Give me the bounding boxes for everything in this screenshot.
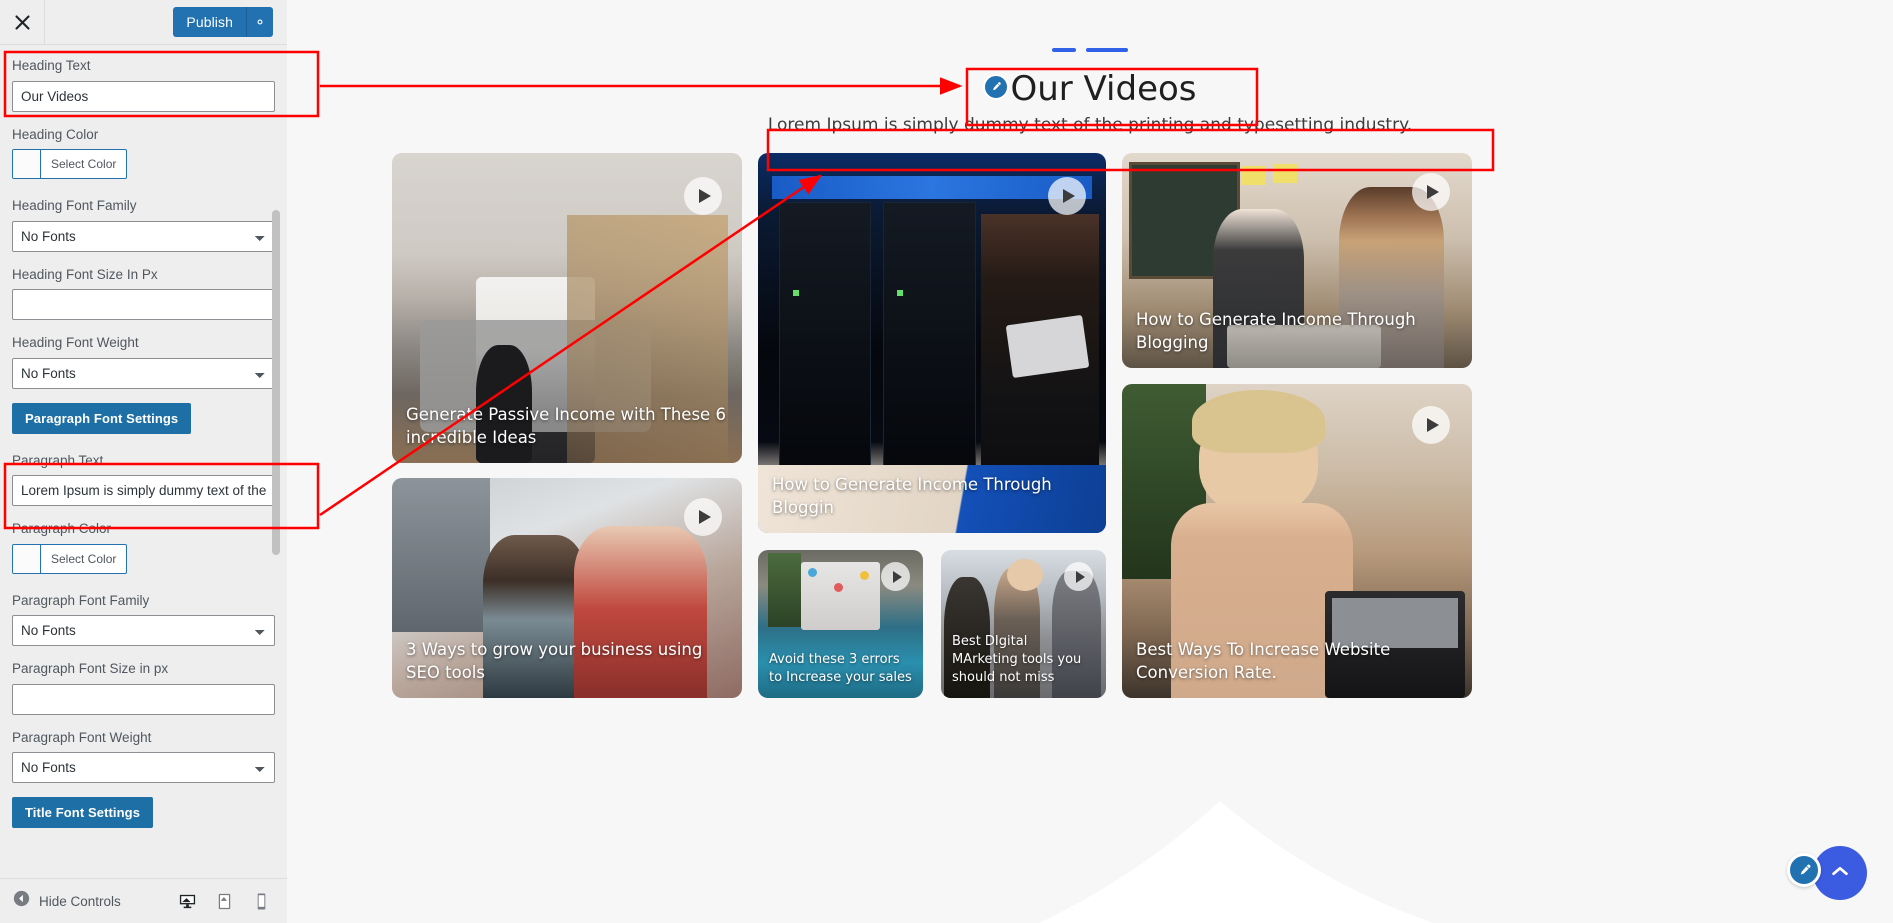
chevron-up-icon [1829,860,1851,887]
customizer-sidebar: Publish Heading Text Our Videos Heading … [0,0,287,923]
field-heading-color: Heading Color Select Color [12,126,275,184]
mobile-icon[interactable] [252,892,271,911]
caret-left-icon [13,890,30,912]
label-heading-font-family: Heading Font Family [12,198,137,214]
field-paragraph-color: Paragraph Color Select Color [12,520,275,578]
field-paragraph-text: Paragraph Text [12,452,275,507]
paragraph-color-picker[interactable]: Select Color [12,543,128,574]
play-icon[interactable] [1048,177,1086,215]
video-caption: How to Generate Income Through Bloggin [772,475,1052,517]
paragraph-font-weight-select[interactable]: No Fonts [12,752,275,784]
video-card[interactable]: How to Generate Income Through Blogging [1122,153,1472,368]
play-icon[interactable] [684,498,722,536]
video-card[interactable]: 3 Ways to grow your business using SEO t… [392,478,742,698]
label-paragraph-color: Paragraph Color [12,521,112,537]
field-heading-font-size: Heading Font Size In Px [12,266,275,321]
video-caption: How to Generate Income Through Blogging [1136,310,1416,352]
sidebar-scrollbar-thumb[interactable] [272,210,280,555]
device-preview-buttons [178,892,287,911]
label-heading-font-size: Heading Font Size In Px [12,266,158,282]
label-paragraph-font-family: Paragraph Font Family [12,592,150,608]
label-heading-text: Heading Text [12,58,91,73]
customizer-screen: Publish Heading Text Our Videos Heading … [0,0,1893,923]
heading-font-size-input[interactable] [12,289,275,321]
section-divider [287,48,1893,52]
label-paragraph-font-size: Paragraph Font Size in px [12,661,169,677]
field-heading-font-weight: Heading Font Weight No Fonts [12,334,275,389]
paragraph-text-input[interactable] [12,475,275,507]
field-paragraph-font-size: Paragraph Font Size in px [12,660,275,715]
play-icon[interactable] [1064,562,1093,591]
video-card[interactable]: Avoid these 3 errors to Increase your sa… [758,550,923,698]
floating-pencil-edit-icon[interactable] [1787,853,1821,887]
page-title: Our Videos [1010,69,1197,109]
label-paragraph-font-weight: Paragraph Font Weight [12,729,152,745]
label-heading-color: Heading Color [12,126,99,142]
site-preview-frame[interactable]: Our Videos Lorem Ipsum is simply dummy t… [287,0,1893,923]
title-font-settings-row: Title Font Settings [12,797,275,829]
sidebar-header: Publish [0,0,287,45]
sidebar-fields: Heading Text Heading Color Select Color … [0,45,287,829]
field-paragraph-font-family: Paragraph Font Family No Fonts [12,592,275,647]
sidebar-footer: Hide Controls [0,878,287,923]
tablet-icon[interactable] [215,892,234,911]
divider-dash-small [1052,48,1076,52]
gear-icon[interactable] [246,7,273,37]
video-caption: Best Ways To Increase Website Conversion… [1136,640,1391,682]
field-paragraph-font-weight: Paragraph Font Weight No Fonts [12,729,275,784]
heading-select-color-label: Select Color [51,157,117,172]
video-caption: Generate Passive Income with These 6 inc… [406,405,726,447]
publish-group: Publish [173,7,273,37]
field-heading-text: Heading Text [12,57,275,112]
heading-font-family-select[interactable]: No Fonts [12,220,275,252]
title-font-settings-button[interactable]: Title Font Settings [12,797,154,829]
heading-color-picker[interactable]: Select Color [12,149,128,180]
hide-controls-label: Hide Controls [39,893,121,909]
play-icon[interactable] [1412,173,1450,211]
field-heading-font-family: Heading Font Family No Fonts [12,197,275,252]
heading-color-swatch [13,150,41,179]
video-card[interactable]: Generate Passive Income with These 6 inc… [392,153,742,463]
video-caption: Best DIgital MArketing tools you should … [952,634,1082,685]
scroll-to-top-button[interactable] [1813,846,1867,900]
desktop-icon[interactable] [178,892,197,911]
play-icon[interactable] [1412,406,1450,444]
publish-button[interactable]: Publish [173,7,246,37]
sidebar-scroll-area[interactable]: Heading Text Heading Color Select Color … [0,45,287,877]
videos-section: Our Videos Lorem Ipsum is simply dummy t… [287,0,1893,923]
label-heading-font-weight: Heading Font Weight [12,335,139,351]
paragraph-color-swatch [13,544,41,573]
pencil-edit-icon[interactable] [983,73,1010,100]
video-card[interactable]: Best Ways To Increase Website Conversion… [1122,384,1472,698]
close-icon[interactable] [0,0,45,44]
section-subheading: Lorem Ipsum is simply dummy text of the … [767,115,1413,135]
paragraph-font-settings-button[interactable]: Paragraph Font Settings [12,402,192,434]
heading-font-weight-select[interactable]: No Fonts [12,357,275,389]
paragraph-select-color-label: Select Color [51,551,117,566]
divider-dash-large [1086,48,1128,52]
video-card[interactable]: Best DIgital MArketing tools you should … [941,550,1106,698]
play-icon[interactable] [684,177,722,215]
label-paragraph-text: Paragraph Text [12,452,104,468]
paragraph-font-family-select[interactable]: No Fonts [12,615,275,647]
video-grid: Generate Passive Income with These 6 inc… [392,153,1782,698]
heading-text-input[interactable] [12,80,275,112]
video-caption: 3 Ways to grow your business using SEO t… [406,640,703,682]
paragraph-font-settings-row: Paragraph Font Settings [12,402,275,434]
play-icon[interactable] [881,562,910,591]
video-caption: Avoid these 3 errors to Increase your sa… [769,652,912,685]
section-heading-row: Our Videos [287,66,1893,112]
video-card[interactable]: How to Generate Income Through Bloggin [758,153,1106,533]
paragraph-font-size-input[interactable] [12,683,275,715]
hide-controls-button[interactable]: Hide Controls [0,890,121,912]
sidebar-scrollbar[interactable] [272,45,280,877]
